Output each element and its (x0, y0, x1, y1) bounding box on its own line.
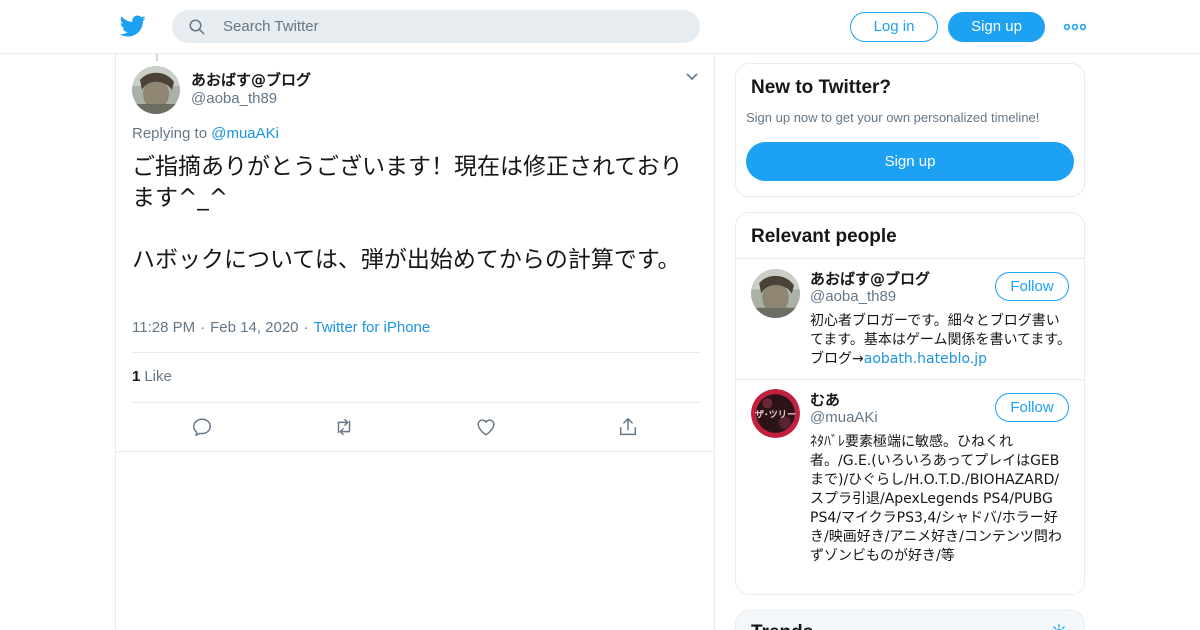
like-count: 1 (132, 368, 141, 385)
new-to-twitter-title: New to Twitter? (751, 77, 892, 98)
tweet-meta: 11:28 PM · Feb 14, 2020 · Twitter for iPhone (132, 319, 430, 336)
search-placeholder: Search Twitter (223, 18, 319, 35)
relevant-people-title: Relevant people (751, 226, 897, 247)
replying-to-link[interactable]: @muaAKi (211, 125, 279, 142)
search-input[interactable]: Search Twitter (172, 10, 700, 43)
twitter-bird-icon[interactable] (120, 13, 146, 39)
new-to-twitter-subtitle: Sign up now to get your own personalized… (746, 110, 1040, 125)
replying-to-line: Replying to @muaAKi (132, 125, 279, 142)
person-bio: ﾈﾀﾊﾞﾚ要素極端に敏感。ひねくれ者。/G.E.(いろいろあってプレイはGEBま… (810, 434, 1062, 564)
divider (131, 352, 700, 353)
replying-prefix: Replying to (132, 125, 208, 142)
person-item: あおばす@ブログ @aoba_th89 Follow 初心者ブロガーです。細々と… (736, 259, 1084, 379)
trends-title: Trends (751, 622, 813, 630)
divider (116, 451, 714, 452)
person-name[interactable]: むあ (810, 389, 840, 410)
like-label: Like (144, 368, 172, 385)
follow-button[interactable]: Follow (995, 393, 1069, 422)
signup-button[interactable]: Sign up (948, 12, 1045, 42)
heart-icon[interactable] (475, 416, 497, 438)
trends-card: Trends (735, 610, 1085, 630)
person-handle[interactable]: @muaAKi (810, 409, 878, 426)
relevant-people-card: Relevant people あおばす@ブログ @aoba_th89 Foll… (735, 212, 1085, 595)
share-icon[interactable] (617, 416, 639, 438)
author-avatar[interactable] (132, 66, 180, 114)
person-handle[interactable]: @aoba_th89 (810, 288, 896, 305)
divider (131, 402, 700, 403)
person-bio-link[interactable]: aobath.hateblo.jp (864, 351, 987, 367)
login-button[interactable]: Log in (850, 12, 938, 42)
more-options-icon[interactable] (1063, 18, 1087, 36)
thread-connector (156, 54, 158, 61)
gear-icon[interactable] (1050, 623, 1068, 630)
person-name[interactable]: あおばす@ブログ (810, 268, 930, 289)
tweet-text: ご指摘ありがとうございます！現在は修正されております^_^ ハボックについては、… (132, 154, 683, 273)
avatar-text: ザ･ツリー (755, 410, 796, 421)
tweet-time[interactable]: 11:28 PM (132, 319, 195, 336)
tweet-source-link[interactable]: Twitter for iPhone (314, 319, 431, 336)
author-name[interactable]: あおばす@ブログ (191, 69, 311, 90)
follow-button[interactable]: Follow (995, 272, 1069, 301)
person-bio: 初心者ブロガーです。細々とブログ書いてます。基本はゲーム関係を書いてます。ブログ… (810, 312, 1072, 369)
chevron-down-icon[interactable] (685, 72, 699, 82)
person-item: ザ･ツリー むあ @muaAKi Follow ﾈﾀﾊﾞﾚ要素極端に敏感。ひねく… (736, 380, 1084, 594)
meta-separator: · (303, 319, 309, 336)
top-navigation-bar: Search Twitter Log in Sign up (0, 0, 1200, 54)
search-icon (189, 19, 205, 35)
meta-separator: · (200, 319, 206, 336)
tweet-detail-column: あおばす@ブログ @aoba_th89 Replying to @muaAKi … (115, 54, 715, 630)
tweet-date[interactable]: Feb 14, 2020 (210, 319, 298, 336)
person-avatar[interactable] (751, 269, 800, 318)
person-avatar[interactable]: ザ･ツリー (751, 389, 800, 438)
new-to-twitter-card: New to Twitter? Sign up now to get your … (735, 63, 1085, 197)
retweet-icon[interactable] (333, 416, 355, 438)
like-count-line[interactable]: 1 Like (132, 368, 172, 385)
sidebar-signup-button[interactable]: Sign up (746, 142, 1074, 181)
author-handle[interactable]: @aoba_th89 (191, 90, 277, 107)
reply-icon[interactable] (191, 416, 213, 438)
